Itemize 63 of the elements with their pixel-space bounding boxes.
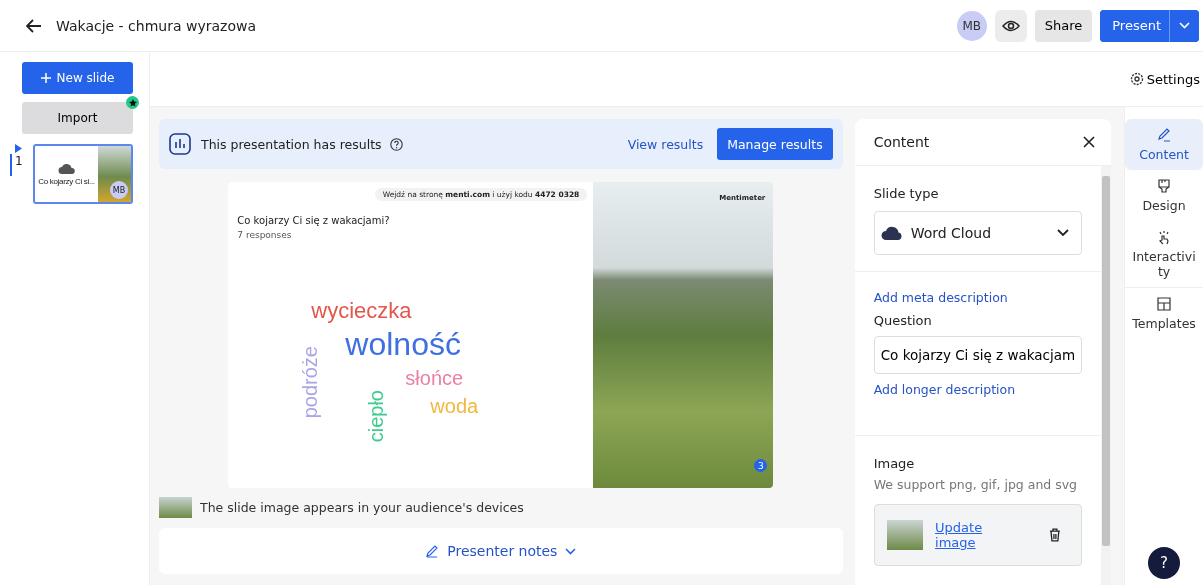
settings-button[interactable]: Settings [1126,71,1203,87]
slide-question: Co kojarzy Ci się z wakacjami? [237,215,390,226]
cloud-word: podróże [300,346,321,419]
image-hint: We support png, gif, jpg and svg [873,477,1079,492]
word-cloud-icon [57,162,76,175]
delete-icon[interactable] [1049,528,1062,542]
star-badge-icon [126,96,139,109]
scrollbar[interactable] [1101,166,1112,585]
photo-placeholder [98,146,131,202]
corner-badge: 3 [754,459,768,472]
add-longer-description-link[interactable]: Add longer description [873,382,1083,397]
thumbnail-caption: Co kojarzy Ci si... [38,176,95,186]
photo-placeholder [886,520,924,550]
present-dropdown[interactable] [1169,9,1199,42]
chevron-down-icon [1057,229,1070,237]
import-button[interactable]: Import [22,102,133,134]
results-text: This presentation has results [201,136,382,152]
chevron-down-icon [565,547,577,555]
share-button[interactable]: Share [1034,9,1093,42]
image-note: The slide image appears in your audience's devices [200,500,524,515]
view-results-link[interactable]: View results [627,136,704,152]
slide-type-label: Slide type [873,186,940,201]
current-slide-icon [15,144,22,153]
side-tab[interactable]: Content [1125,119,1203,170]
presentation-title: Wakacje - chmura wyrazowa [56,17,256,34]
slide-type-dropdown[interactable]: Word Cloud [873,211,1083,255]
side-tab[interactable]: Design [1125,170,1203,221]
help-button[interactable]: ? [1148,547,1181,579]
preview-button[interactable] [994,9,1027,42]
cloud-word: słońce [405,368,464,388]
help-icon[interactable] [389,137,403,151]
slide-thumbnail[interactable]: Co kojarzy Ci si... MB [33,144,133,204]
back-icon[interactable] [24,16,44,35]
response-count: 7 responses [237,230,292,240]
brush-icon [1156,178,1173,194]
pencil-icon [1156,127,1173,143]
new-slide-button[interactable]: New slide [22,62,133,94]
side-tab[interactable]: Templates [1125,287,1203,339]
table-icon [1156,296,1173,312]
plus-icon [40,73,51,83]
chevron-down-icon [1179,22,1190,29]
manage-results-button[interactable]: Manage results [717,128,833,160]
add-meta-description-link[interactable]: Add meta description [873,290,1083,305]
photo-placeholder [159,497,192,518]
pencil-icon [425,544,440,558]
image-label: Image [873,456,916,471]
eye-icon [1001,19,1020,32]
settings-icon [1129,72,1144,86]
cloud-word: woda [430,396,479,416]
presenter-notes-button[interactable]: Presenter notes [159,528,843,574]
cloud-word: ciepło [366,390,387,443]
user-avatar[interactable]: MB [956,10,987,41]
question-label: Question [873,313,933,328]
close-icon[interactable] [1081,134,1098,150]
word-cloud-icon [880,225,903,241]
cloud-word: wycieczka [311,300,412,322]
cloud-word: wolność [345,328,461,360]
question-field[interactable]: Co kojarzy Ci się z wakacjam [873,336,1083,374]
side-tab[interactable]: Interactivity [1125,221,1203,287]
panel-title: Content [873,134,930,150]
chart-icon [169,133,191,155]
update-image-link[interactable]: Update image [935,520,1026,550]
slide-number: 1 [15,154,24,168]
